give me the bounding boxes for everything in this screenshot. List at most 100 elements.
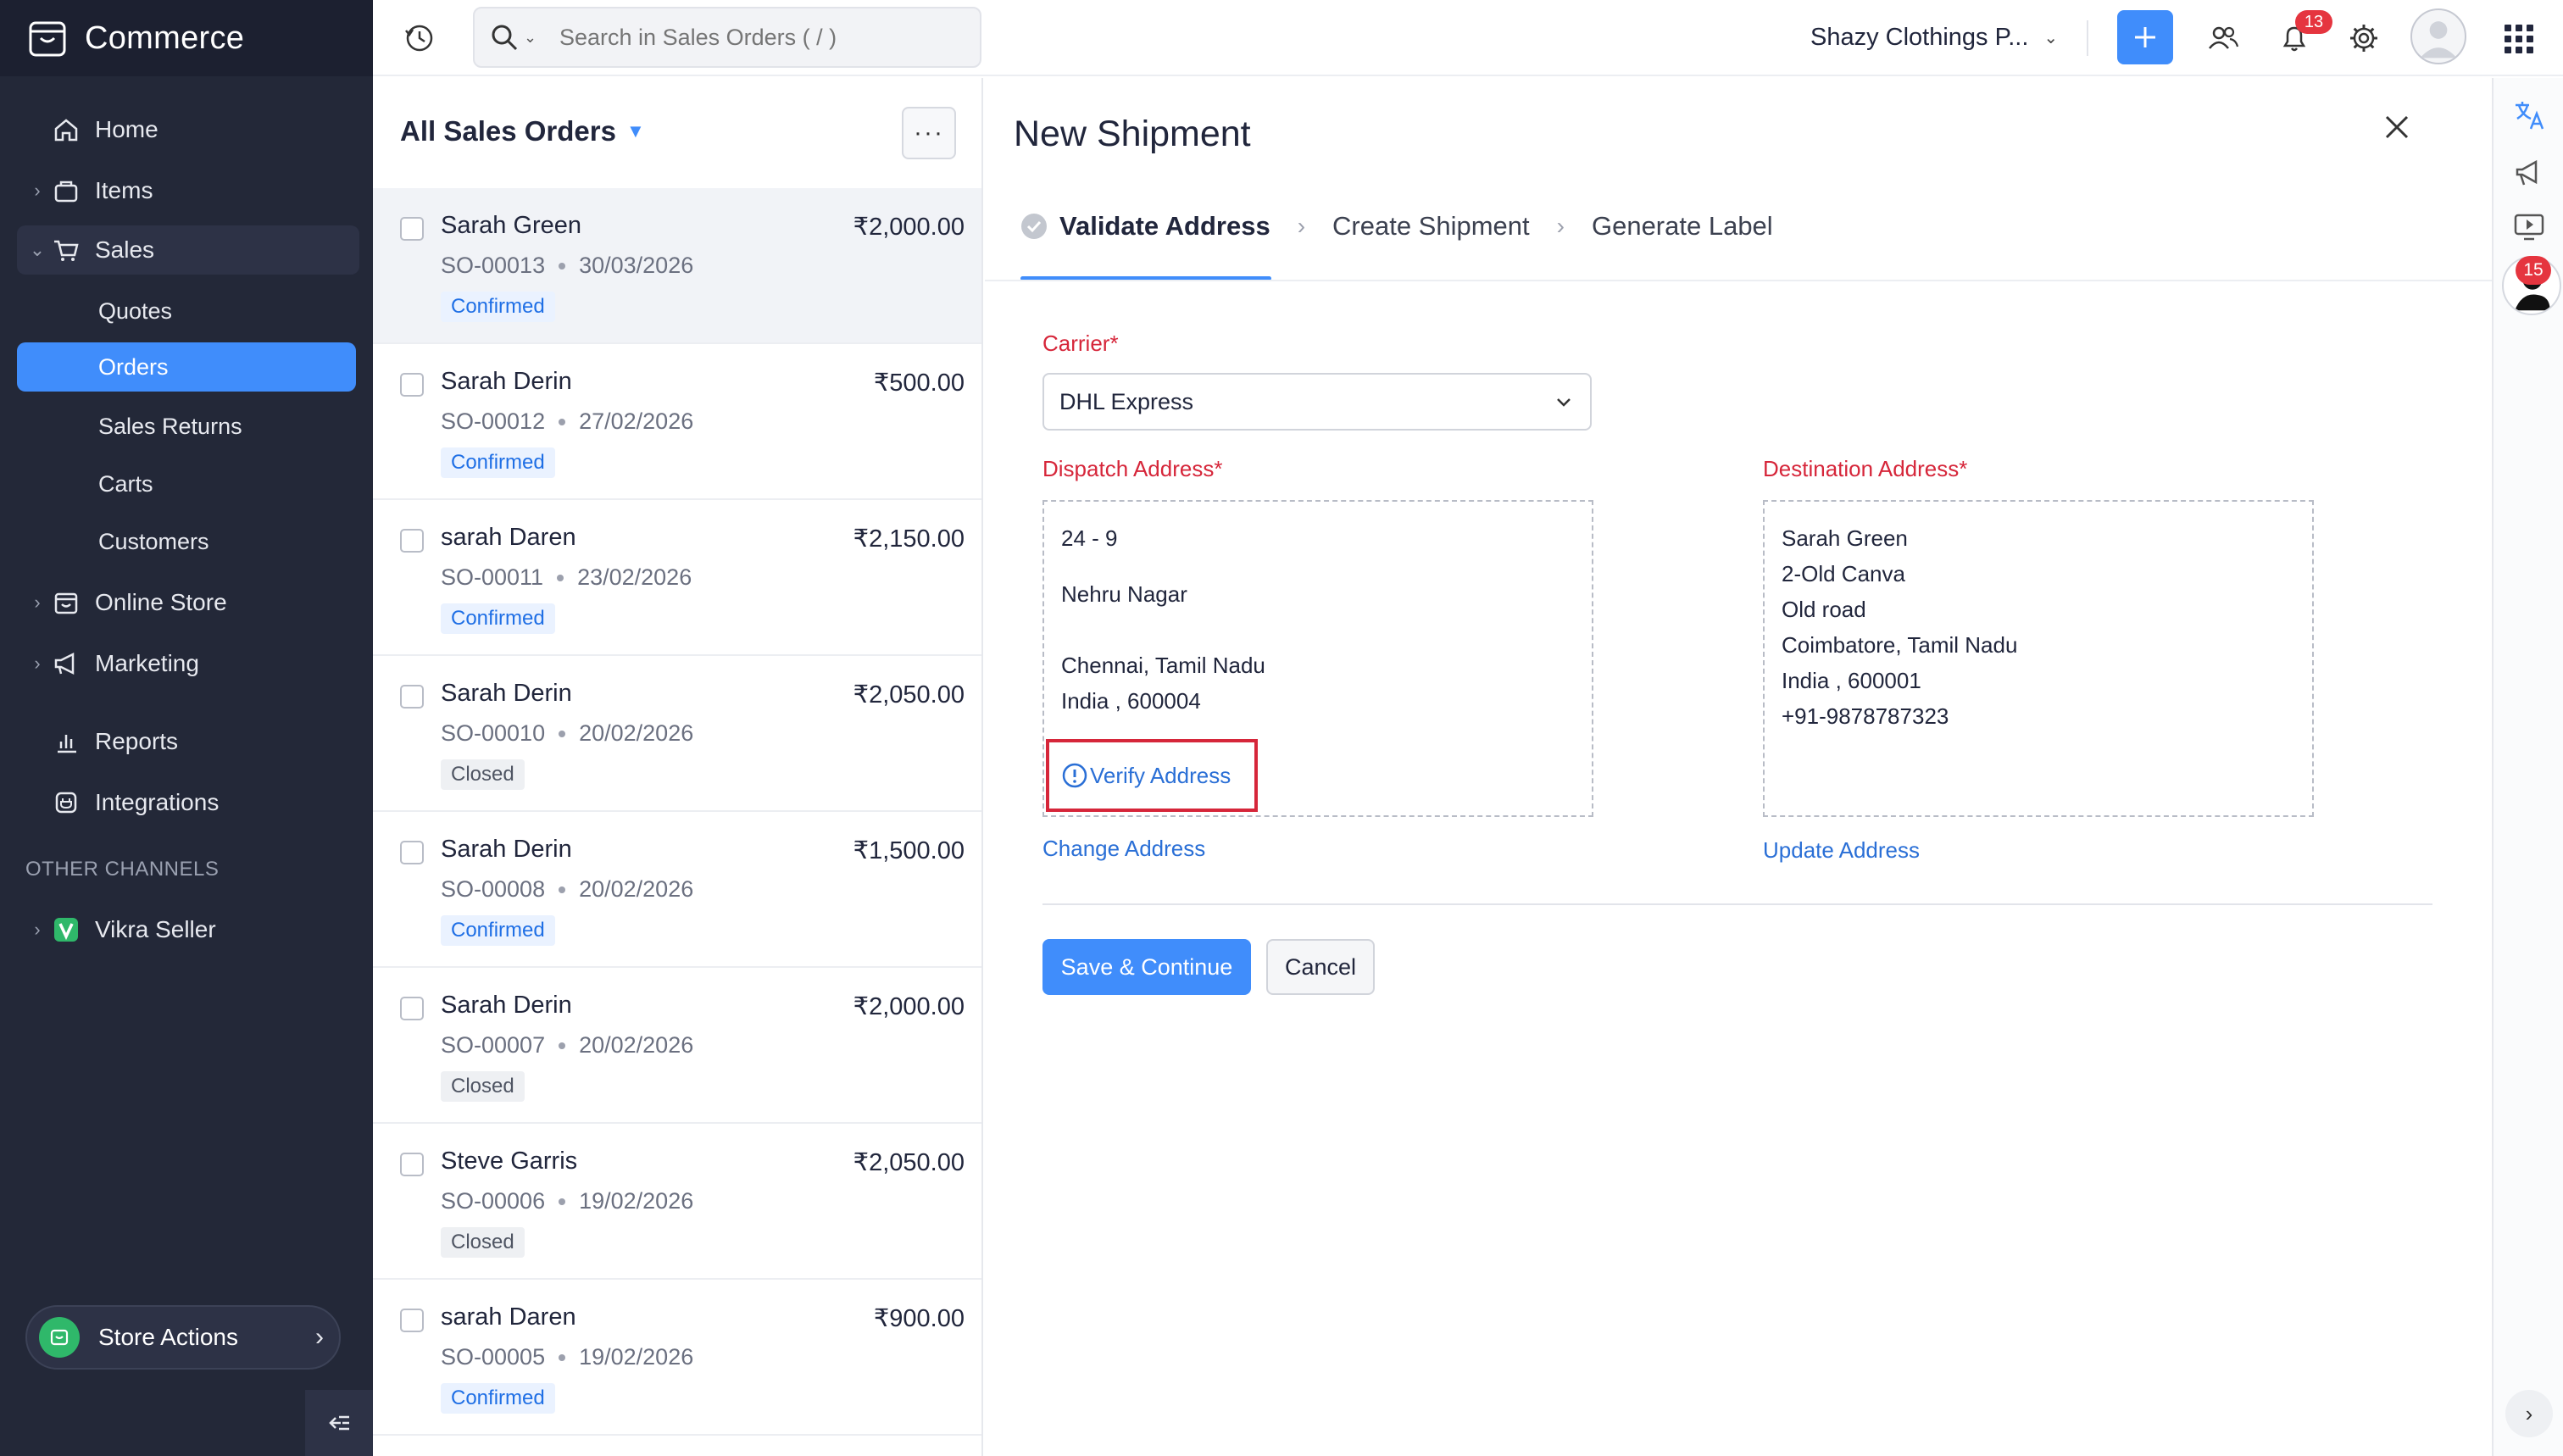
shipment-steps: Validate Address › Create Shipment › Gen… xyxy=(1020,205,1773,247)
announcement-icon[interactable] xyxy=(2510,154,2548,192)
chevron-down-icon[interactable]: ⌄ xyxy=(524,29,537,47)
divider xyxy=(2087,20,2088,56)
update-address-link[interactable]: Update Address xyxy=(1763,837,1920,864)
dot-separator xyxy=(559,1198,566,1205)
change-address-link[interactable]: Change Address xyxy=(1042,836,1205,862)
save-continue-button[interactable]: Save & Continue xyxy=(1042,939,1251,995)
list-header: All Sales Orders ▼ ··· xyxy=(373,78,981,188)
row-checkbox[interactable] xyxy=(400,841,424,864)
recent-history-icon[interactable] xyxy=(402,20,437,56)
order-amount: ₹500.00 xyxy=(873,370,965,397)
store-icon xyxy=(54,592,78,614)
section-label-other-channels: OTHER CHANNELS xyxy=(25,858,220,881)
gear-icon[interactable] xyxy=(2346,20,2382,56)
row-checkbox[interactable] xyxy=(400,373,424,397)
dot-separator xyxy=(559,1353,566,1361)
order-amount: ₹2,050.00 xyxy=(853,681,965,709)
sidebar-subitem-orders[interactable]: Orders xyxy=(17,342,356,392)
chevron-right-icon: › xyxy=(1297,213,1306,239)
verify-address-label: Verify Address xyxy=(1090,762,1231,788)
customer-name: Steve Garris xyxy=(441,1148,578,1175)
sidebar-item-integrations[interactable]: Integrations xyxy=(17,778,359,827)
row-checkbox[interactable] xyxy=(400,1309,424,1332)
order-date: 20/02/2026 xyxy=(579,1032,694,1058)
address-line: India , 600004 xyxy=(1061,688,1201,714)
sidebar-item-sales[interactable]: ⌄ Sales xyxy=(17,225,359,275)
sidebar-item-label: Home xyxy=(95,116,158,142)
order-amount: ₹1,500.00 xyxy=(853,837,965,864)
row-checkbox[interactable] xyxy=(400,997,424,1020)
sidebar-item-reports[interactable]: Reports xyxy=(17,717,359,766)
list-item[interactable]: Steve Garris ₹2,050.00 SO-00006 19/02/202… xyxy=(373,1124,981,1280)
order-number: SO-00011 xyxy=(441,564,544,590)
expand-rail-button[interactable]: › xyxy=(2505,1390,2553,1437)
video-play-icon[interactable] xyxy=(2510,208,2548,246)
view-selector[interactable]: All Sales Orders ▼ xyxy=(400,115,645,147)
carrier-value: DHL Express xyxy=(1059,388,1194,414)
row-checkbox[interactable] xyxy=(400,1153,424,1176)
assistant-badge: 15 xyxy=(2516,256,2551,285)
order-number: SO-00008 xyxy=(441,876,546,902)
status-badge: Confirmed xyxy=(441,603,555,634)
cancel-button[interactable]: Cancel xyxy=(1266,939,1375,995)
row-checkbox[interactable] xyxy=(400,529,424,553)
divider xyxy=(985,280,2492,281)
address-line xyxy=(1061,612,1575,647)
order-meta: SO-00010 20/02/2026 xyxy=(441,720,693,747)
order-number: SO-00013 xyxy=(441,253,546,278)
sidebar-item-home[interactable]: Home xyxy=(17,105,359,154)
right-rail: › xyxy=(2492,78,2563,1456)
new-shipment-panel: New Shipment Validate Address › Create S… xyxy=(985,78,2492,1456)
list-item[interactable]: Sarah Derin ₹1,500.00 SO-00008 20/02/2026… xyxy=(373,812,981,968)
list-item[interactable]: Sarah Derin ₹2,050.00 SO-00010 20/02/2026… xyxy=(373,656,981,812)
users-icon[interactable] xyxy=(2205,20,2241,56)
sidebar-subitem-quotes[interactable]: Quotes xyxy=(17,286,356,336)
address-line: +91-9878787323 xyxy=(1782,703,1949,729)
step-validate-address[interactable]: Validate Address xyxy=(1059,211,1270,242)
brand[interactable]: Commerce xyxy=(0,0,373,76)
avatar[interactable] xyxy=(2410,8,2466,64)
organization-switcher[interactable]: Shazy Clothings P... ⌄ xyxy=(1810,24,2058,52)
apps-grid-icon[interactable] xyxy=(2502,22,2536,56)
list-item[interactable]: Sarah Green ₹2,000.00 SO-00013 30/03/2026… xyxy=(373,188,981,344)
close-icon[interactable] xyxy=(2377,107,2417,147)
list-item[interactable]: sarah Daren ₹2,150.00 SO-00011 23/02/2026… xyxy=(373,500,981,656)
row-checkbox[interactable] xyxy=(400,217,424,241)
store-actions-button[interactable]: Store Actions › xyxy=(25,1305,341,1370)
carrier-select[interactable]: DHL Express xyxy=(1042,373,1592,431)
sidebar-item-online-store[interactable]: › Online Store xyxy=(17,578,359,627)
collapse-sidebar-button[interactable] xyxy=(305,1390,373,1456)
search-input[interactable] xyxy=(559,24,966,51)
sidebar-subitem-sales-returns[interactable]: Sales Returns xyxy=(17,402,356,451)
sidebar-item-vikra-seller[interactable]: › Vikra Seller xyxy=(17,905,359,954)
top-bar: ⌄ Shazy Clothings P... ⌄ 13 xyxy=(373,0,2563,76)
search-box[interactable]: ⌄ xyxy=(473,7,981,68)
address-line: Nehru Nagar xyxy=(1061,581,1187,607)
order-amount: ₹2,050.00 xyxy=(853,1149,965,1176)
sidebar-subitem-carts[interactable]: Carts xyxy=(17,459,356,508)
sidebar-item-label: Items xyxy=(95,177,153,203)
quick-create-button[interactable] xyxy=(2117,10,2173,64)
row-checkbox[interactable] xyxy=(400,685,424,709)
order-meta: SO-00005 19/02/2026 xyxy=(441,1344,693,1370)
info-circle-icon xyxy=(1062,763,1087,788)
list-item[interactable]: Sarah Derin ₹2,000.00 SO-00007 20/02/2026… xyxy=(373,968,981,1124)
step-create-shipment[interactable]: Create Shipment xyxy=(1332,211,1530,242)
chevron-right-icon: › xyxy=(34,180,41,201)
chevron-right-icon: › xyxy=(34,653,41,674)
sidebar-subitem-customers[interactable]: Customers xyxy=(17,517,356,566)
list-item[interactable]: sarah Daren ₹900.00 SO-00005 19/02/2026 C… xyxy=(373,1280,981,1436)
translate-icon[interactable] xyxy=(2510,97,2548,134)
app-name: Commerce xyxy=(85,19,245,56)
order-number: SO-00005 xyxy=(441,1344,546,1370)
sidebar-item-label: Integrations xyxy=(95,789,220,815)
list-item[interactable]: Sarah Derin ₹500.00 SO-00012 27/02/2026 C… xyxy=(373,344,981,500)
customer-name: Sarah Green xyxy=(441,212,582,239)
step-generate-label[interactable]: Generate Label xyxy=(1592,211,1773,242)
sidebar-item-marketing[interactable]: › Marketing xyxy=(17,639,359,688)
order-date: 30/03/2026 xyxy=(579,253,694,278)
sidebar-item-items[interactable]: › Items xyxy=(17,166,359,215)
verify-address-link[interactable]: Verify Address xyxy=(1046,739,1258,812)
more-options-button[interactable]: ··· xyxy=(902,107,956,159)
status-badge: Closed xyxy=(441,1071,525,1102)
